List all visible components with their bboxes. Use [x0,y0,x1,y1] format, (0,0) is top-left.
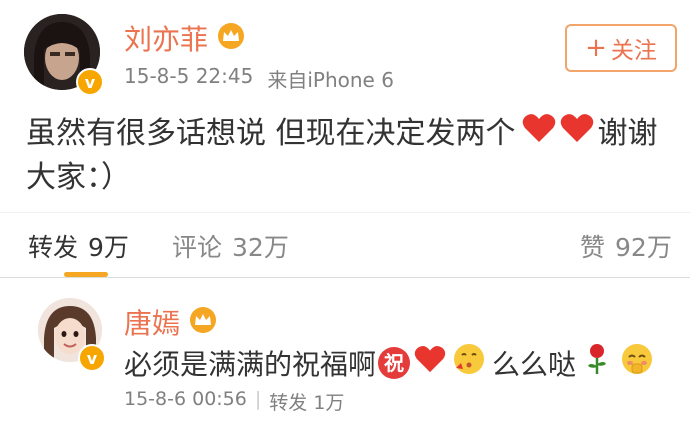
post-time: 15-8-5 22:45 [124,64,254,88]
plus-icon: + [585,33,607,63]
comment-content: 必须是满满的祝福啊 祝 么么哒 [124,342,654,383]
comment-text-part2: 么么哒 [492,347,577,381]
post-text-part2: 谢谢 [597,116,658,151]
crown-icon [216,22,246,54]
post-content: 虽然有很多话想说 但现在决定发两个 谢谢 大家：） [26,112,666,200]
author-name[interactable]: 刘亦菲 [124,18,208,58]
comment-tab[interactable]: 评论 32万 [172,228,289,264]
post-content-line1: 虽然有很多话想说 但现在决定发两个 谢谢 [26,112,666,156]
post-content-line2: 大家：） [26,160,131,195]
comment-count: 32万 [232,233,289,262]
like-count: 92万 [615,233,672,262]
repost-count: 9万 [88,233,129,262]
post-text-part1: 虽然有很多话想说 但现在决定发两个 [26,116,516,151]
blush-emoji-icon [620,342,654,383]
comment-label: 评论 [172,233,223,262]
heart-icon [560,112,594,156]
verified-badge-icon: v [78,344,106,372]
repost-tab[interactable]: 转发 9万 [28,228,129,264]
commenter-name[interactable]: 唐嫣 [124,302,180,342]
comment-repost[interactable]: 转发 1万 [269,388,344,415]
rose-icon [584,342,610,383]
repost-label: 转发 [28,233,79,262]
verified-badge-icon: v [76,68,104,96]
meta-separator: | [254,388,262,410]
like-label: 赞 [580,233,606,262]
kiss-emoji-icon [452,342,486,383]
zhu-emoji-icon: 祝 [378,346,411,379]
post-source[interactable]: 来自iPhone 6 [267,64,394,93]
comment-time: 15-8-6 00:56 [124,388,247,410]
heart-icon [414,345,446,380]
like-tab[interactable]: 赞 92万 [580,228,672,264]
crown-icon [188,306,218,338]
heart-icon [522,112,556,156]
follow-label: 关注 [610,38,657,64]
follow-button[interactable]: + 关注 [565,24,677,72]
comment-text-part1: 必须是满满的祝福啊 [124,347,377,381]
